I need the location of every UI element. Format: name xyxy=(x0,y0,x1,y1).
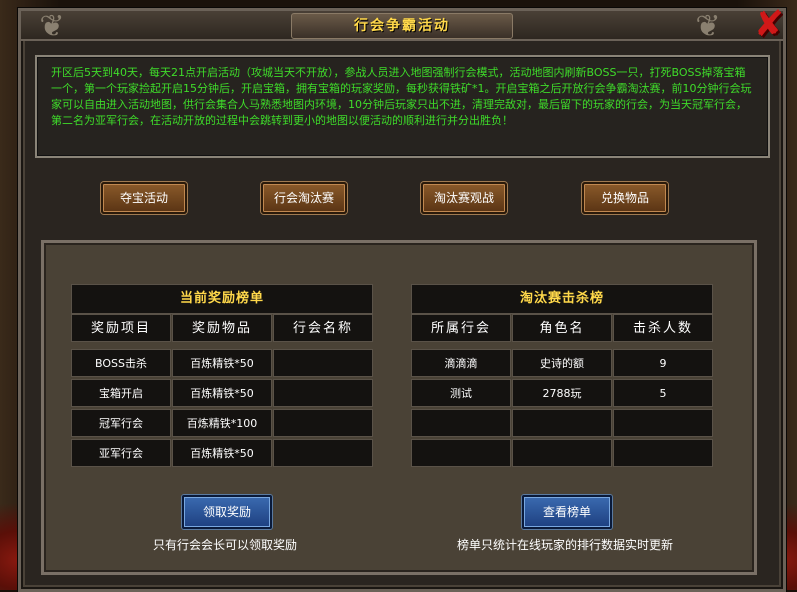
activity-description: 开区后5天到40天，每天21点开启活动（攻城当天不开放），参战人员进入地图强制行… xyxy=(35,55,770,158)
table-cell xyxy=(512,439,612,467)
table-cell xyxy=(273,379,373,407)
tab-treasure[interactable]: 夺宝活动 xyxy=(101,182,187,214)
tab-exchange[interactable]: 兑换物品 xyxy=(582,182,668,214)
dragon-ornament-icon: ❦ xyxy=(695,9,721,44)
table-cell xyxy=(411,439,511,467)
table-cell: 史诗的额 xyxy=(512,349,612,377)
table-cell: 宝箱开启 xyxy=(71,379,171,407)
table-cell xyxy=(273,349,373,377)
table-cell: 冠军行会 xyxy=(71,409,171,437)
kill-col-kills: 击杀人数 xyxy=(613,314,713,342)
table-cell: 2788玩 xyxy=(512,379,612,407)
dragon-ornament-icon: ❦ xyxy=(39,9,65,44)
tab-spectate[interactable]: 淘汰赛观战 xyxy=(421,182,507,214)
reward-col-guild: 行会名称 xyxy=(273,314,373,342)
claim-note: 只有行会会长可以领取奖励 xyxy=(152,538,297,552)
kill-col-guild: 所属行会 xyxy=(411,314,511,342)
table-cell: 测试 xyxy=(411,379,511,407)
table-cell xyxy=(613,439,713,467)
table-cell xyxy=(273,409,373,437)
table-cell: 亚军行会 xyxy=(71,439,171,467)
table-cell: 百炼精铁*50 xyxy=(172,439,272,467)
table-cell: 9 xyxy=(613,349,713,377)
table-cell xyxy=(512,409,612,437)
table-cell: 百炼精铁*100 xyxy=(172,409,272,437)
table-cell xyxy=(411,409,511,437)
table-cell xyxy=(273,439,373,467)
close-x-icon[interactable]: ✘ xyxy=(749,5,789,45)
table-cell xyxy=(613,409,713,437)
kill-col-role: 角色名 xyxy=(512,314,612,342)
claim-reward-button[interactable]: 领取奖励 xyxy=(182,495,272,529)
reward-col-reward: 奖励物品 xyxy=(172,314,272,342)
table-cell: 百炼精铁*50 xyxy=(172,349,272,377)
window-title: 行会争霸活动 xyxy=(291,13,513,39)
table-cell: 滴滴滴 xyxy=(411,349,511,377)
tab-guild-elimination[interactable]: 行会淘汰赛 xyxy=(261,182,347,214)
table-cell: 5 xyxy=(613,379,713,407)
table-cell: 百炼精铁*50 xyxy=(172,379,272,407)
table-cell: BOSS击杀 xyxy=(71,349,171,377)
kill-table-title: 淘汰赛击杀榜 xyxy=(411,284,713,314)
reward-table-title: 当前奖励榜单 xyxy=(71,284,373,314)
view-note: 榜单只统计在线玩家的排行数据实时更新 xyxy=(456,538,673,552)
view-ranking-button[interactable]: 查看榜单 xyxy=(522,495,612,529)
reward-col-item: 奖励项目 xyxy=(71,314,171,342)
tab-row: 夺宝活动 行会淘汰赛 淘汰赛观战 兑换物品 xyxy=(0,182,797,214)
title-bar[interactable]: ❦ 行会争霸活动 ❦ xyxy=(21,9,783,44)
